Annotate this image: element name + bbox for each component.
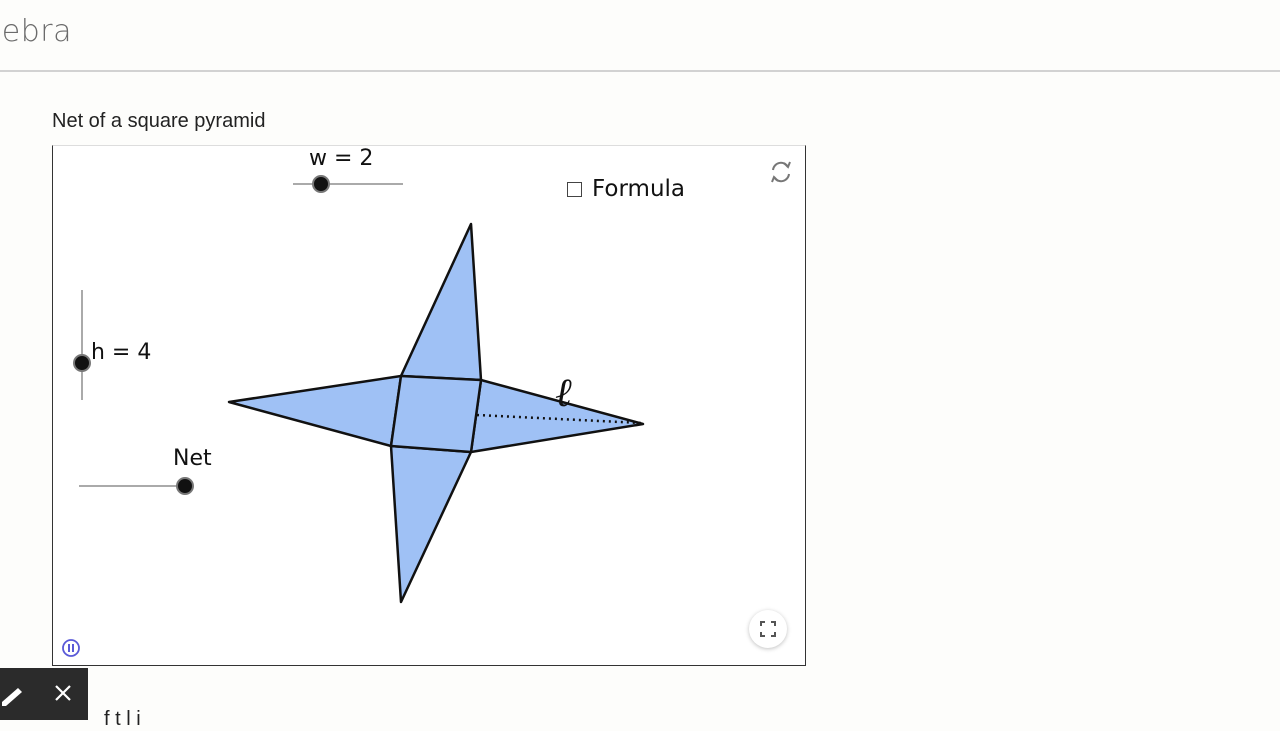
pen-icon[interactable] [0,682,26,708]
geogebra-applet[interactable]: ℓ w = 2 h = 4 Net Formula [52,145,806,666]
fullscreen-icon[interactable] [749,610,787,648]
page-title: Net of a square pyramid [52,110,266,132]
slider-w-label: w = 2 [309,146,374,171]
brand-logo: Gebra [0,14,72,49]
slider-w-knob[interactable] [312,175,330,193]
refresh-icon[interactable] [767,158,795,186]
pyramid-net [227,222,645,604]
close-icon[interactable] [50,680,76,706]
net-face-top [399,222,483,382]
pause-icon[interactable] [61,638,81,658]
slant-height-label: ℓ [555,370,572,416]
net-base-square [389,374,483,454]
annotation-toolbar [0,668,88,720]
net-face-left [227,374,403,448]
formula-checkbox[interactable]: Formula [567,176,685,202]
slider-h-knob[interactable] [73,354,91,372]
slider-net-label: Net [173,446,212,471]
formula-label[interactable]: Formula [592,176,685,202]
slider-h-label: h = 4 [91,340,152,365]
header: Gebra [0,0,1280,72]
applet-canvas[interactable]: ℓ [53,146,805,665]
slider-net-knob[interactable] [176,477,194,495]
checkbox-box[interactable] [567,181,582,197]
net-face-bottom [389,444,473,604]
